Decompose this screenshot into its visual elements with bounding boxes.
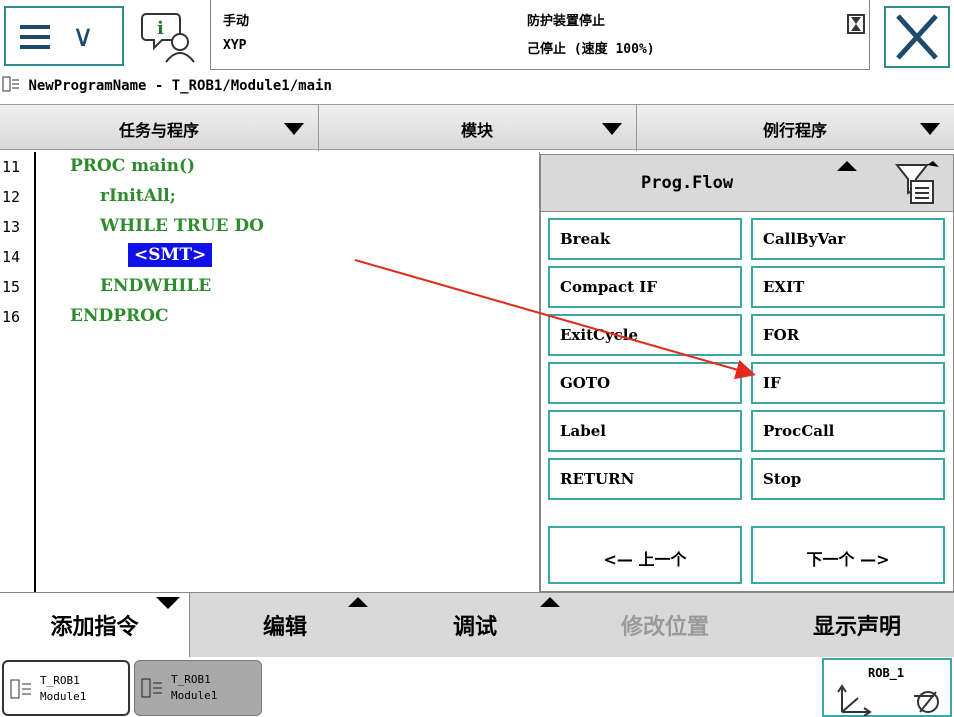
instr-for[interactable]: FOR	[751, 314, 945, 356]
selected-placeholder[interactable]: <SMT>	[128, 243, 213, 267]
increment-off-icon	[914, 691, 939, 713]
button-label: 显示声明	[812, 615, 901, 640]
instr-callbyvar[interactable]: CallByVar	[751, 218, 945, 260]
line-number: 16	[2, 308, 21, 326]
quickset-robot-button[interactable]: ROB_1	[822, 658, 952, 717]
instr-goto[interactable]: GOTO	[548, 362, 742, 404]
dropdown-arrow-icon	[156, 597, 180, 609]
program-icon	[10, 679, 31, 699]
close-button[interactable]	[884, 6, 950, 68]
show-declaration-button[interactable]: 显示声明	[760, 593, 954, 657]
instr-exitcycle[interactable]: ExitCycle	[548, 314, 742, 356]
picker-title: Prog.Flow	[641, 173, 734, 193]
code-editor[interactable]	[0, 152, 540, 592]
editor-tabs: 任务与程序 模块 例行程序	[0, 104, 954, 151]
button-label: IF	[763, 374, 781, 392]
popup-up-icon	[348, 597, 368, 607]
button-label: 下一个 —>	[806, 550, 890, 569]
line-number: 15	[2, 278, 21, 296]
button-label: GOTO	[560, 374, 611, 392]
code-line[interactable]: PROC main()	[70, 156, 195, 176]
line-number: 11	[2, 158, 21, 176]
button-label: 编辑	[262, 615, 307, 640]
instr-break[interactable]: Break	[548, 218, 742, 260]
safety-status: 防护装置停止	[527, 14, 606, 29]
task-module: Module1	[40, 690, 87, 703]
tab-tasks-and-programs[interactable]: 任务与程序	[0, 105, 319, 151]
instr-return[interactable]: RETURN	[548, 458, 742, 500]
button-label: RETURN	[560, 470, 635, 488]
button-label: CallByVar	[763, 230, 846, 248]
tab-label: 任务与程序	[118, 121, 199, 140]
code-line[interactable]: rInitAll;	[100, 186, 176, 206]
dropdown-arrow-icon	[284, 123, 304, 135]
task-name: T_ROB1	[40, 674, 80, 687]
svg-text:i: i	[157, 18, 164, 39]
program-path: NewProgramName - T_ROB1/Module1/main	[28, 78, 332, 94]
add-instruction-button[interactable]: 添加指令	[0, 593, 190, 657]
modify-position-button[interactable]: 修改位置	[570, 593, 760, 657]
line-number: 12	[2, 188, 21, 206]
tab-routines[interactable]: 例行程序	[636, 105, 954, 151]
button-label: Stop	[763, 470, 802, 488]
button-label: ProcCall	[763, 422, 835, 440]
debug-button[interactable]: 调试	[380, 593, 570, 657]
coordinate-axes-icon	[837, 684, 872, 716]
robot-name: XYP	[223, 38, 247, 53]
program-icon	[141, 678, 162, 698]
smt-placeholder[interactable]: <SMT>	[128, 243, 213, 267]
operator-info-icon[interactable]: i	[140, 8, 200, 64]
button-label: 修改位置	[620, 615, 709, 640]
line-number-gutter: 11 12 13 14 15 16	[0, 152, 36, 592]
button-label: FOR	[763, 326, 800, 344]
close-icon	[896, 14, 938, 60]
previous-page-button[interactable]: <— 上一个	[548, 526, 742, 584]
code-line[interactable]: ENDWHILE	[100, 276, 211, 296]
hamburger-icon	[20, 25, 50, 49]
instr-if[interactable]: IF	[751, 362, 945, 404]
instr-exit[interactable]: EXIT	[751, 266, 945, 308]
popup-up-icon	[540, 597, 560, 607]
line-number: 14	[2, 248, 21, 266]
filter-icon[interactable]	[893, 161, 939, 207]
status-bar[interactable]: 手动 XYP 防护装置停止 己停止 (速度 100%)	[210, 0, 870, 70]
run-status: 己停止 (速度 100%)	[527, 42, 655, 57]
collapse-up-icon[interactable]	[837, 161, 857, 171]
tab-label: 模块	[460, 121, 493, 140]
task-module: Module1	[171, 689, 218, 702]
task-tab-active[interactable]: T_ROB1 Module1	[2, 660, 130, 716]
next-page-button[interactable]: 下一个 —>	[751, 526, 945, 584]
bottom-toolbar: 添加指令 编辑 调试 修改位置 显示声明	[0, 592, 954, 657]
button-label: EXIT	[763, 278, 805, 296]
main-menu-button[interactable]: ∨	[4, 6, 124, 66]
robot-unit: ROB_1	[868, 666, 905, 680]
code-line[interactable]: WHILE TRUE DO	[100, 216, 264, 236]
tab-label: 例行程序	[762, 121, 827, 140]
operation-mode: 手动	[223, 14, 250, 29]
hourglass-icon	[847, 14, 865, 34]
button-label: Break	[560, 230, 611, 248]
tab-modules[interactable]: 模块	[318, 105, 637, 151]
button-label: 添加指令	[50, 615, 139, 640]
button-label: ExitCycle	[560, 326, 639, 344]
edit-button[interactable]: 编辑	[190, 593, 380, 657]
line-number: 13	[2, 218, 21, 236]
code-line[interactable]: ENDPROC	[70, 306, 169, 326]
task-name: T_ROB1	[171, 673, 211, 686]
button-label: <— 上一个	[603, 550, 687, 569]
button-label: 调试	[452, 615, 497, 640]
button-label: Label	[560, 422, 606, 440]
dropdown-arrow-icon	[602, 123, 622, 135]
instr-proccall[interactable]: ProcCall	[751, 410, 945, 452]
instr-compact-if[interactable]: Compact IF	[548, 266, 742, 308]
chevron-down-icon: ∨	[72, 19, 94, 54]
dropdown-arrow-icon	[920, 123, 940, 135]
task-tab[interactable]: T_ROB1 Module1	[134, 660, 262, 716]
instr-stop[interactable]: Stop	[751, 458, 945, 500]
program-icon	[2, 76, 19, 92]
instr-label[interactable]: Label	[548, 410, 742, 452]
button-label: Compact IF	[560, 278, 657, 296]
breadcrumb: NewProgramName - T_ROB1/Module1/main	[2, 76, 332, 98]
picker-header[interactable]: Prog.Flow	[540, 154, 954, 212]
